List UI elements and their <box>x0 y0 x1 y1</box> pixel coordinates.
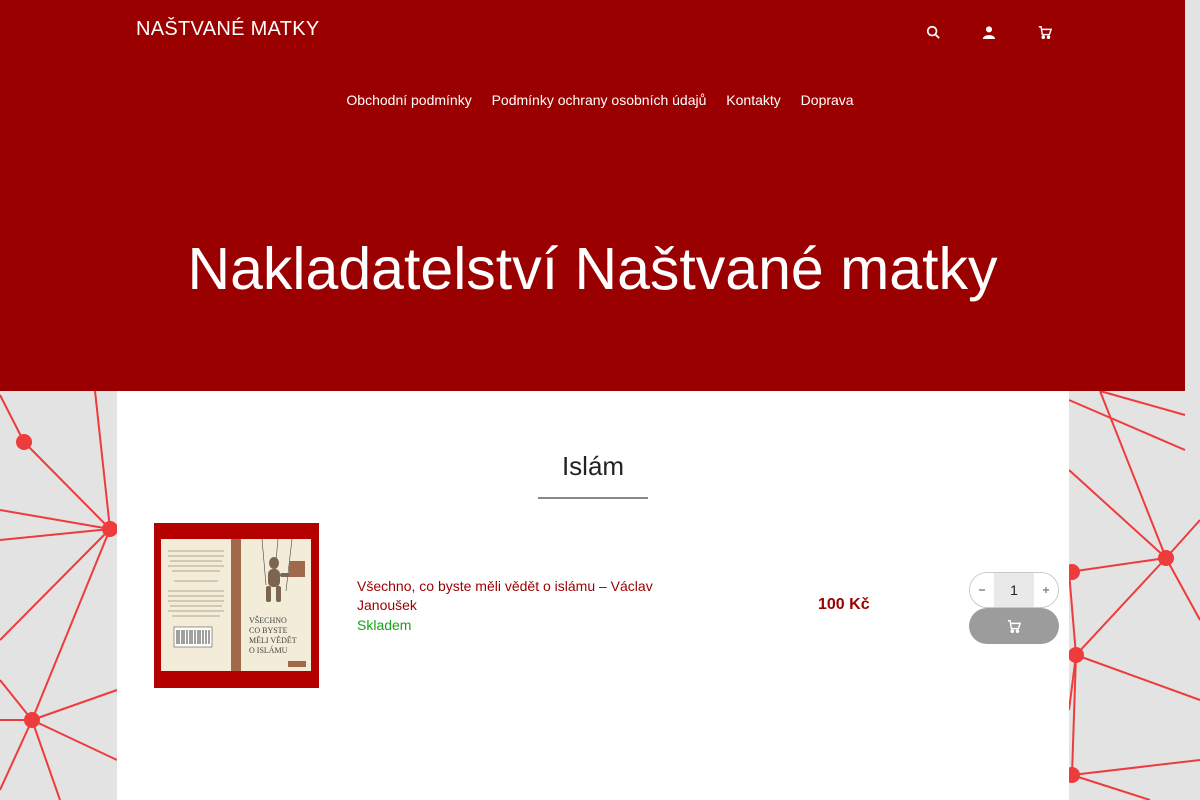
nav-item-doprava[interactable]: Doprava <box>801 92 854 108</box>
nav-item-kontakty[interactable]: Kontakty <box>726 92 780 108</box>
cart-icon <box>1007 620 1021 633</box>
minus-icon <box>979 589 985 591</box>
cart-icon[interactable] <box>1035 22 1055 42</box>
product-price: 100 Kč <box>818 596 870 613</box>
search-icon[interactable] <box>923 22 943 42</box>
nav-item-ochrana-udaju[interactable]: Podmínky ochrany osobních údajů <box>492 92 707 108</box>
hero-title: Nakladatelství Naštvané matky <box>187 236 998 302</box>
add-to-cart-button[interactable] <box>969 608 1059 644</box>
category-title-divider <box>538 497 648 499</box>
cover-title-line: O ISLÁMU <box>249 645 288 655</box>
quantity-stepper <box>969 572 1059 608</box>
cover-title-line: MĚLI VĚDĚT <box>249 635 297 645</box>
cover-title-line: CO BYSTE <box>249 626 288 635</box>
quantity-input[interactable] <box>994 573 1034 607</box>
main-navigation: Obchodní podmínky Podmínky ochrany osobn… <box>0 92 1200 108</box>
plus-icon <box>1043 587 1049 593</box>
account-icon[interactable] <box>979 22 999 42</box>
site-logo[interactable]: NAŠTVANÉ MATKY <box>136 18 320 41</box>
quantity-decrease-button[interactable] <box>970 573 994 607</box>
product-image[interactable]: VŠECHNO CO BYSTE MĚLI VĚDĚT O ISLÁMU <box>154 523 319 688</box>
stock-status: Skladem <box>357 617 412 633</box>
category-title: Islám <box>561 451 625 481</box>
product-name-link[interactable]: Všechno, co byste měli vědět o islámu – … <box>357 577 677 615</box>
cover-title-line: VŠECHNO <box>249 616 287 625</box>
content-panel: Islám VŠECHNO CO BYSTE MĚLI VĚDĚT O ISLÁ… <box>117 391 1069 800</box>
quantity-increase-button[interactable] <box>1034 573 1058 607</box>
nav-item-obchodni-podminky[interactable]: Obchodní podmínky <box>346 92 471 108</box>
site-header: NAŠTVANÉ MATKY Obchodní podmínky Podmínk… <box>0 0 1185 391</box>
